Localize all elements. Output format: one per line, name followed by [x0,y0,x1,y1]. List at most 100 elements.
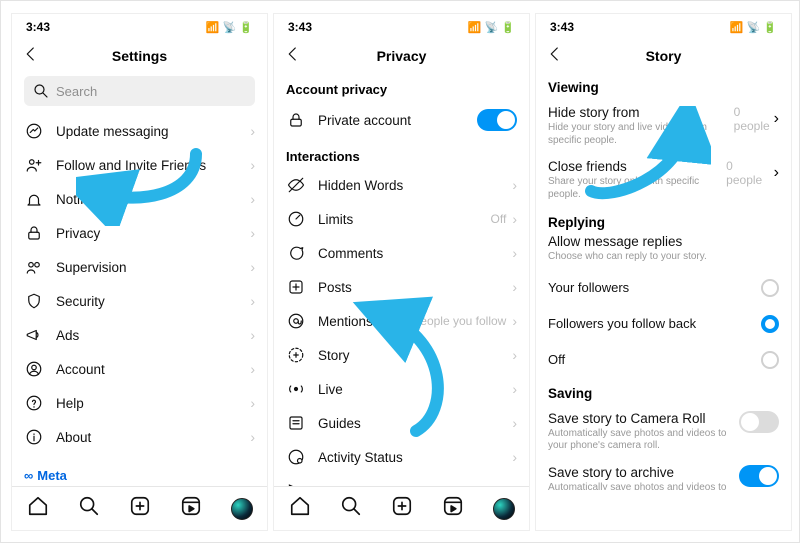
section-account-privacy: Account privacy [286,82,517,97]
status-icons: 📶📡🔋 [203,20,253,34]
tabbar [12,486,267,530]
settings-screen: 3:43 📶📡🔋 Settings Search Update messagin… [11,13,268,531]
row-story[interactable]: Story› [286,338,517,372]
row-guides[interactable]: Guides› [286,406,517,440]
reels-icon[interactable] [180,495,202,522]
row-notifications[interactable]: Notifications› [24,182,255,216]
help-icon [24,394,44,412]
chevron-right-icon: › [512,177,517,193]
row-security[interactable]: Security› [24,284,255,318]
row-live[interactable]: Live› [286,372,517,406]
chevron-right-icon: › [250,293,255,309]
radio-off[interactable] [761,351,779,369]
option-your-followers[interactable]: Your followers [548,270,779,306]
section-viewing: Viewing [548,80,779,95]
private-account-toggle[interactable] [477,109,517,131]
status-icons: 📶📡🔋 [727,20,777,34]
chevron-right-icon: › [250,191,255,207]
meta-logo: Meta [37,468,67,483]
info-icon [24,428,44,446]
row-limits[interactable]: LimitsOff› [286,202,517,236]
back-icon[interactable] [284,45,302,68]
megaphone-icon [24,326,44,344]
posts-icon [286,278,306,296]
row-save-camera-roll: Save story to Camera RollAutomatically s… [548,405,779,459]
messaging-icon [24,122,44,140]
chevron-right-icon: › [512,313,517,329]
row-about[interactable]: About› [24,420,255,454]
row-close-friends[interactable]: Close friendsShare your story only with … [548,153,779,207]
chevron-right-icon: › [512,347,517,363]
chevron-right-icon: › [512,211,517,227]
chevron-right-icon: › [250,361,255,377]
chevron-right-icon: › [250,225,255,241]
story-icon [286,346,306,364]
add-user-icon [24,156,44,174]
back-icon[interactable] [546,45,564,68]
reels-icon[interactable] [442,495,464,522]
lock-icon [286,111,306,129]
at-icon [286,312,306,330]
guides-icon [286,414,306,432]
row-privacy[interactable]: Privacy› [24,216,255,250]
chevron-right-icon: › [774,164,779,182]
row-hidden-words[interactable]: Hidden Words› [286,168,517,202]
story-screen: 3:43 📶📡🔋 Story Viewing Hide story fromHi… [535,13,792,531]
row-follow-invite[interactable]: Follow and Invite Friends› [24,148,255,182]
row-activity-status[interactable]: Activity Status› [286,440,517,474]
row-update-messaging[interactable]: Update messaging› [24,114,255,148]
save-camera-roll-toggle[interactable] [739,411,779,433]
page-title: Privacy [377,48,427,64]
allow-replies-block: Allow message replies Choose who can rep… [548,234,779,264]
row-posts[interactable]: Posts› [286,270,517,304]
option-off[interactable]: Off [548,342,779,378]
search-tab-icon[interactable] [340,495,362,522]
page-title: Settings [112,48,167,64]
chevron-right-icon: › [512,381,517,397]
chevron-right-icon: › [250,429,255,445]
live-icon [286,380,306,398]
section-replying: Replying [548,215,779,230]
row-supervision[interactable]: Supervision› [24,250,255,284]
home-icon[interactable] [27,495,49,522]
status-time: 3:43 [288,20,312,34]
row-comments[interactable]: Comments› [286,236,517,270]
option-followers-you-follow-back[interactable]: Followers you follow back [548,306,779,342]
limits-icon [286,210,306,228]
header: Story [536,40,791,72]
status-icons: 📶📡🔋 [465,20,515,34]
create-icon[interactable] [129,495,151,522]
status-time: 3:43 [550,20,574,34]
chevron-right-icon: › [250,157,255,173]
radio-on[interactable] [761,315,779,333]
chevron-right-icon: › [512,415,517,431]
row-hide-story-from[interactable]: Hide story fromHide your story and live … [548,99,779,153]
shield-icon [24,292,44,310]
search-icon [32,82,50,100]
hidden-icon [286,176,306,194]
status-bar: 3:43 📶📡🔋 [536,14,791,40]
profile-avatar[interactable] [493,498,515,520]
row-save-archive: Save story to archiveAutomatically save … [548,459,779,491]
bell-icon [24,190,44,208]
chevron-right-icon: › [250,327,255,343]
row-help[interactable]: Help› [24,386,255,420]
header: Settings [12,40,267,72]
section-interactions: Interactions [286,149,517,164]
row-mentions[interactable]: MentionsPeople you follow› [286,304,517,338]
activity-icon [286,448,306,466]
page-title: Story [646,48,682,64]
row-ads[interactable]: Ads› [24,318,255,352]
profile-avatar[interactable] [231,498,253,520]
chevron-right-icon: › [250,259,255,275]
radio-off[interactable] [761,279,779,297]
back-icon[interactable] [22,45,40,68]
save-archive-toggle[interactable] [739,465,779,487]
search-tab-icon[interactable] [78,495,100,522]
search-input[interactable]: Search [24,76,255,106]
row-account[interactable]: Account› [24,352,255,386]
create-icon[interactable] [391,495,413,522]
home-icon[interactable] [289,495,311,522]
chevron-right-icon: › [250,395,255,411]
chevron-right-icon: › [250,123,255,139]
